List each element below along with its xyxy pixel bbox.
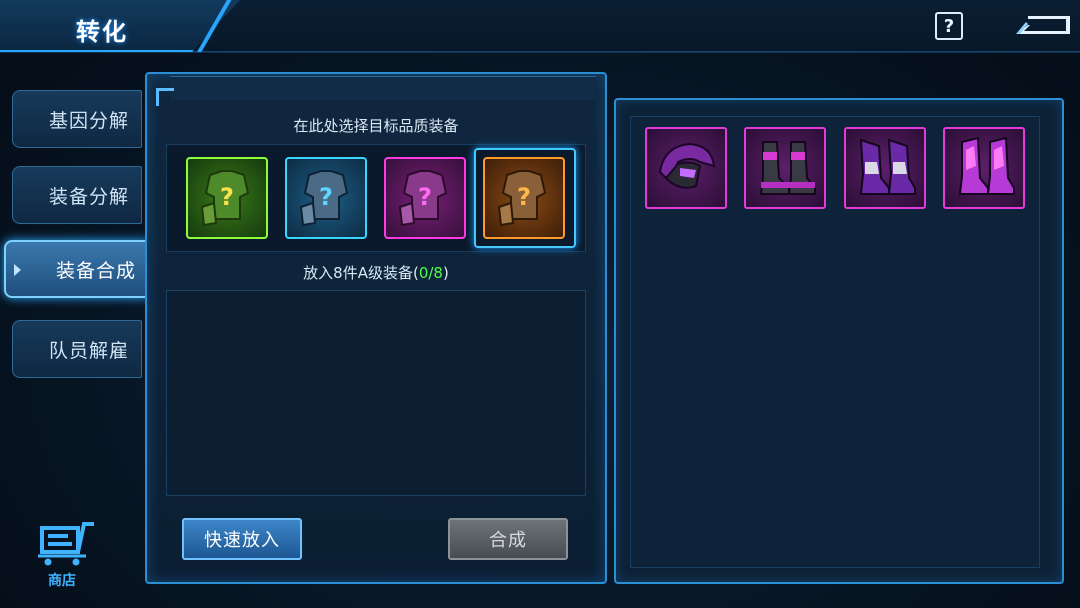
sidebar-item-label: 基因分解 xyxy=(48,109,129,132)
help-button[interactable]: ? xyxy=(935,12,963,40)
svg-text:?: ? xyxy=(418,183,432,211)
quick-put-label: 快速放入 xyxy=(204,530,280,551)
back-button[interactable] xyxy=(1014,10,1072,40)
purple-helmet-icon xyxy=(658,142,716,189)
shop-label: 商店 xyxy=(48,573,76,589)
mystery-armor-icon: ? xyxy=(398,170,448,227)
put-hint-suffix: ) xyxy=(442,264,449,282)
mystery-armor-icon: ? xyxy=(497,170,547,227)
return-arrow-icon xyxy=(1016,16,1070,34)
shop-button[interactable] xyxy=(36,518,98,566)
sidebar-item-equipment-decompose[interactable]: 装备分解 xyxy=(12,166,142,224)
active-arrow-icon xyxy=(14,264,21,276)
quality-slot-green[interactable]: ? xyxy=(186,157,268,239)
sidebar-item-equipment-synthesis[interactable]: 装备合成 xyxy=(4,240,150,298)
question-icon: ? xyxy=(943,15,955,37)
svg-text:?: ? xyxy=(220,183,234,211)
inventory-item[interactable] xyxy=(943,127,1025,209)
quality-slot-orange[interactable]: ? xyxy=(483,157,565,239)
synthesize-label: 合成 xyxy=(489,530,527,551)
quality-slot-blue[interactable]: ? xyxy=(285,157,367,239)
divider xyxy=(0,52,1080,53)
panel-header-deco xyxy=(170,76,596,100)
inventory-item[interactable] xyxy=(844,127,926,209)
mystery-armor-icon: ? xyxy=(200,170,250,227)
purple-boots-icon xyxy=(958,136,1015,195)
title-slash-deco xyxy=(186,0,246,52)
cart-icon xyxy=(38,522,94,566)
put-equipment-hint: 放入8件A级装备(0/8) xyxy=(145,262,607,283)
inventory-item[interactable] xyxy=(744,127,826,209)
sidebar-item-label: 装备合成 xyxy=(55,259,136,282)
select-quality-hint: 在此处选择目标品质装备 xyxy=(293,117,459,135)
corner-deco xyxy=(156,88,174,106)
purple-boots-icon xyxy=(759,141,816,195)
material-drop-area[interactable] xyxy=(166,290,586,496)
put-count: 0/8 xyxy=(418,264,443,282)
quality-slot-purple[interactable]: ? xyxy=(384,157,466,239)
sidebar-item-gene-decompose[interactable]: 基因分解 xyxy=(12,90,142,148)
sidebar-item-dismiss-member[interactable]: 队员解雇 xyxy=(12,320,142,378)
svg-text:?: ? xyxy=(319,183,333,211)
svg-text:?: ? xyxy=(517,183,531,211)
quick-put-button[interactable]: 快速放入 xyxy=(182,518,302,560)
synthesize-button[interactable]: 合成 xyxy=(448,518,568,560)
mystery-armor-icon: ? xyxy=(299,170,349,227)
inventory-item[interactable] xyxy=(645,127,727,209)
page-title: 转化 xyxy=(76,18,128,46)
purple-boots-icon xyxy=(859,138,916,195)
sidebar-item-label: 装备分解 xyxy=(48,185,129,208)
put-hint-prefix: 放入8件A级装备( xyxy=(303,264,419,282)
sidebar-item-label: 队员解雇 xyxy=(48,339,129,362)
